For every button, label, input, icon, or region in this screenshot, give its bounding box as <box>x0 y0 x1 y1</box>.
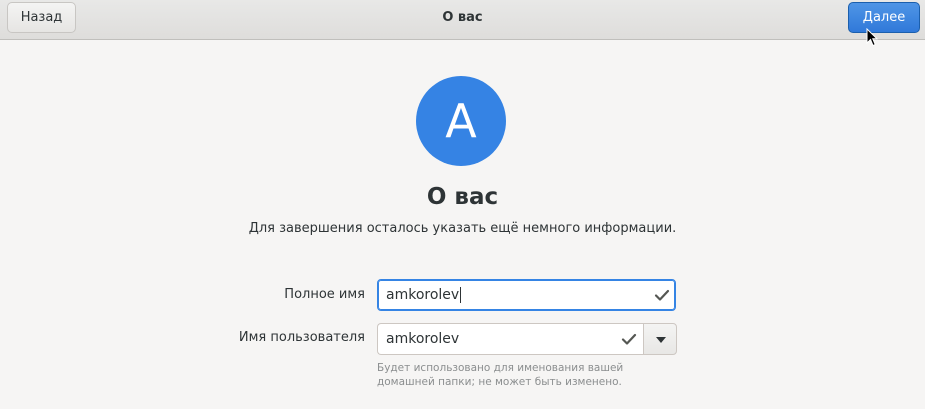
username-field[interactable]: amkorolev <box>377 323 644 355</box>
check-icon <box>654 289 670 301</box>
username-dropdown-button[interactable] <box>643 323 677 355</box>
mouse-pointer-icon <box>866 28 878 47</box>
chevron-down-icon <box>656 337 666 343</box>
window: Назад О вас Далее A О вас Для завершения… <box>0 0 925 409</box>
fullname-label: Полное имя <box>284 287 365 302</box>
check-icon <box>621 333 637 345</box>
username-value: amkorolev <box>386 331 460 347</box>
next-button[interactable]: Далее <box>848 2 920 33</box>
header-bar: Назад О вас Далее <box>0 0 925 40</box>
window-title: О вас <box>442 10 483 25</box>
fullname-field[interactable]: amkorolev <box>377 279 676 311</box>
text-caret <box>460 287 462 303</box>
username-label: Имя пользователя <box>238 330 365 345</box>
fullname-value: amkorolev <box>386 287 460 303</box>
page-title: О вас <box>426 184 499 210</box>
avatar[interactable]: A <box>416 76 506 166</box>
page-subtitle: Для завершения осталось указать ещё немн… <box>248 221 677 236</box>
username-hint: Будет использовано для именования вашей … <box>377 362 624 388</box>
back-button[interactable]: Назад <box>7 2 76 33</box>
